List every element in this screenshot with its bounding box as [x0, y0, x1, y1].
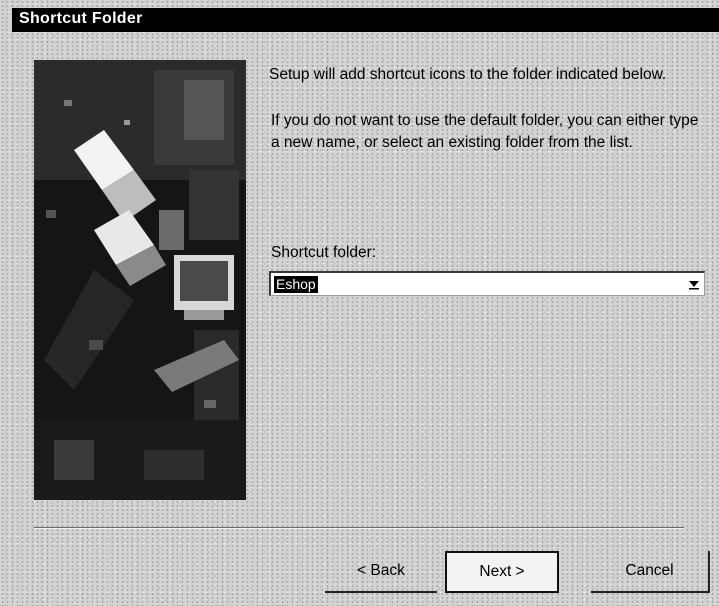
- cancel-button[interactable]: Cancel: [591, 551, 710, 593]
- dropdown-button[interactable]: [684, 273, 704, 294]
- setup-side-image: [34, 60, 246, 500]
- shortcut-folder-label: Shortcut folder:: [271, 244, 377, 261]
- title-bar: Shortcut Folder: [12, 8, 719, 32]
- setup-dialog: Shortcut Folder Setup will add shortcut …: [0, 0, 719, 606]
- chevron-down-icon: [689, 280, 699, 289]
- window-title: Shortcut Folder: [19, 10, 143, 27]
- shortcut-folder-combobox[interactable]: Eshop: [269, 271, 705, 296]
- back-button[interactable]: < Back: [325, 551, 437, 593]
- button-separator: [34, 527, 684, 529]
- shortcut-folder-value[interactable]: Eshop: [274, 276, 318, 293]
- instructions-text: If you do not want to use the default fo…: [271, 112, 699, 151]
- next-button[interactable]: Next >: [445, 551, 559, 593]
- intro-text: Setup will add shortcut icons to the fol…: [269, 66, 667, 83]
